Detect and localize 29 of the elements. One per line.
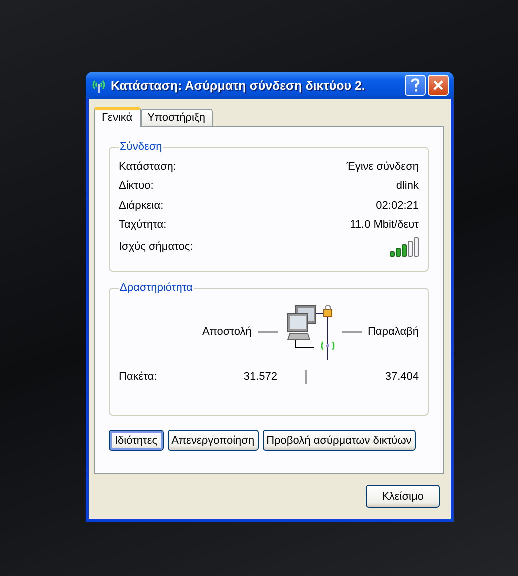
sent-packets: 31.572: [242, 371, 278, 383]
field-value: 11.0 Mbit/δευτ: [350, 219, 419, 232]
received-packets: 37.404: [384, 371, 419, 383]
dialog-button[interactable]: Προβολή ασύρματων δικτύων: [262, 430, 416, 451]
window-title: Κατάσταση: Ασύρματη σύνδεση δικτύου 2.: [111, 78, 366, 92]
field-label: Κατάσταση:: [119, 160, 176, 173]
group-title: Δραστηριότητα: [119, 282, 194, 294]
dash-line: [258, 331, 278, 333]
close-button[interactable]: [428, 75, 449, 96]
received-label: Παραλαβή: [368, 326, 419, 338]
field-value: dlink: [396, 180, 419, 192]
field-label: Ταχύτητα:: [119, 219, 167, 232]
field-label: Ισχύς σήματος:: [119, 241, 194, 253]
tab[interactable]: Γενικά: [94, 107, 141, 127]
field-label: Διάρκεια:: [119, 200, 164, 212]
group-title: Σύνδεση: [119, 141, 164, 153]
dialog-button[interactable]: Ιδιότητες: [109, 430, 164, 451]
divider-line: [304, 370, 306, 384]
signal-bars-icon: [390, 237, 419, 257]
field-value: 02:02:21: [376, 200, 419, 212]
sent-label: Αποστολή: [202, 326, 252, 338]
field-label: Δίκτυο:: [119, 180, 154, 192]
tab[interactable]: Υποστήριξη: [140, 109, 213, 126]
packets-label: Πακέτα:: [119, 371, 158, 383]
field-value: Έγινε σύνδεση: [346, 160, 419, 173]
help-button[interactable]: [405, 75, 426, 96]
dialog-button[interactable]: Απενεργοποίηση: [168, 430, 259, 451]
dash-line: [342, 331, 362, 333]
close-dialog-button[interactable]: Κλείσιμο: [366, 485, 440, 508]
